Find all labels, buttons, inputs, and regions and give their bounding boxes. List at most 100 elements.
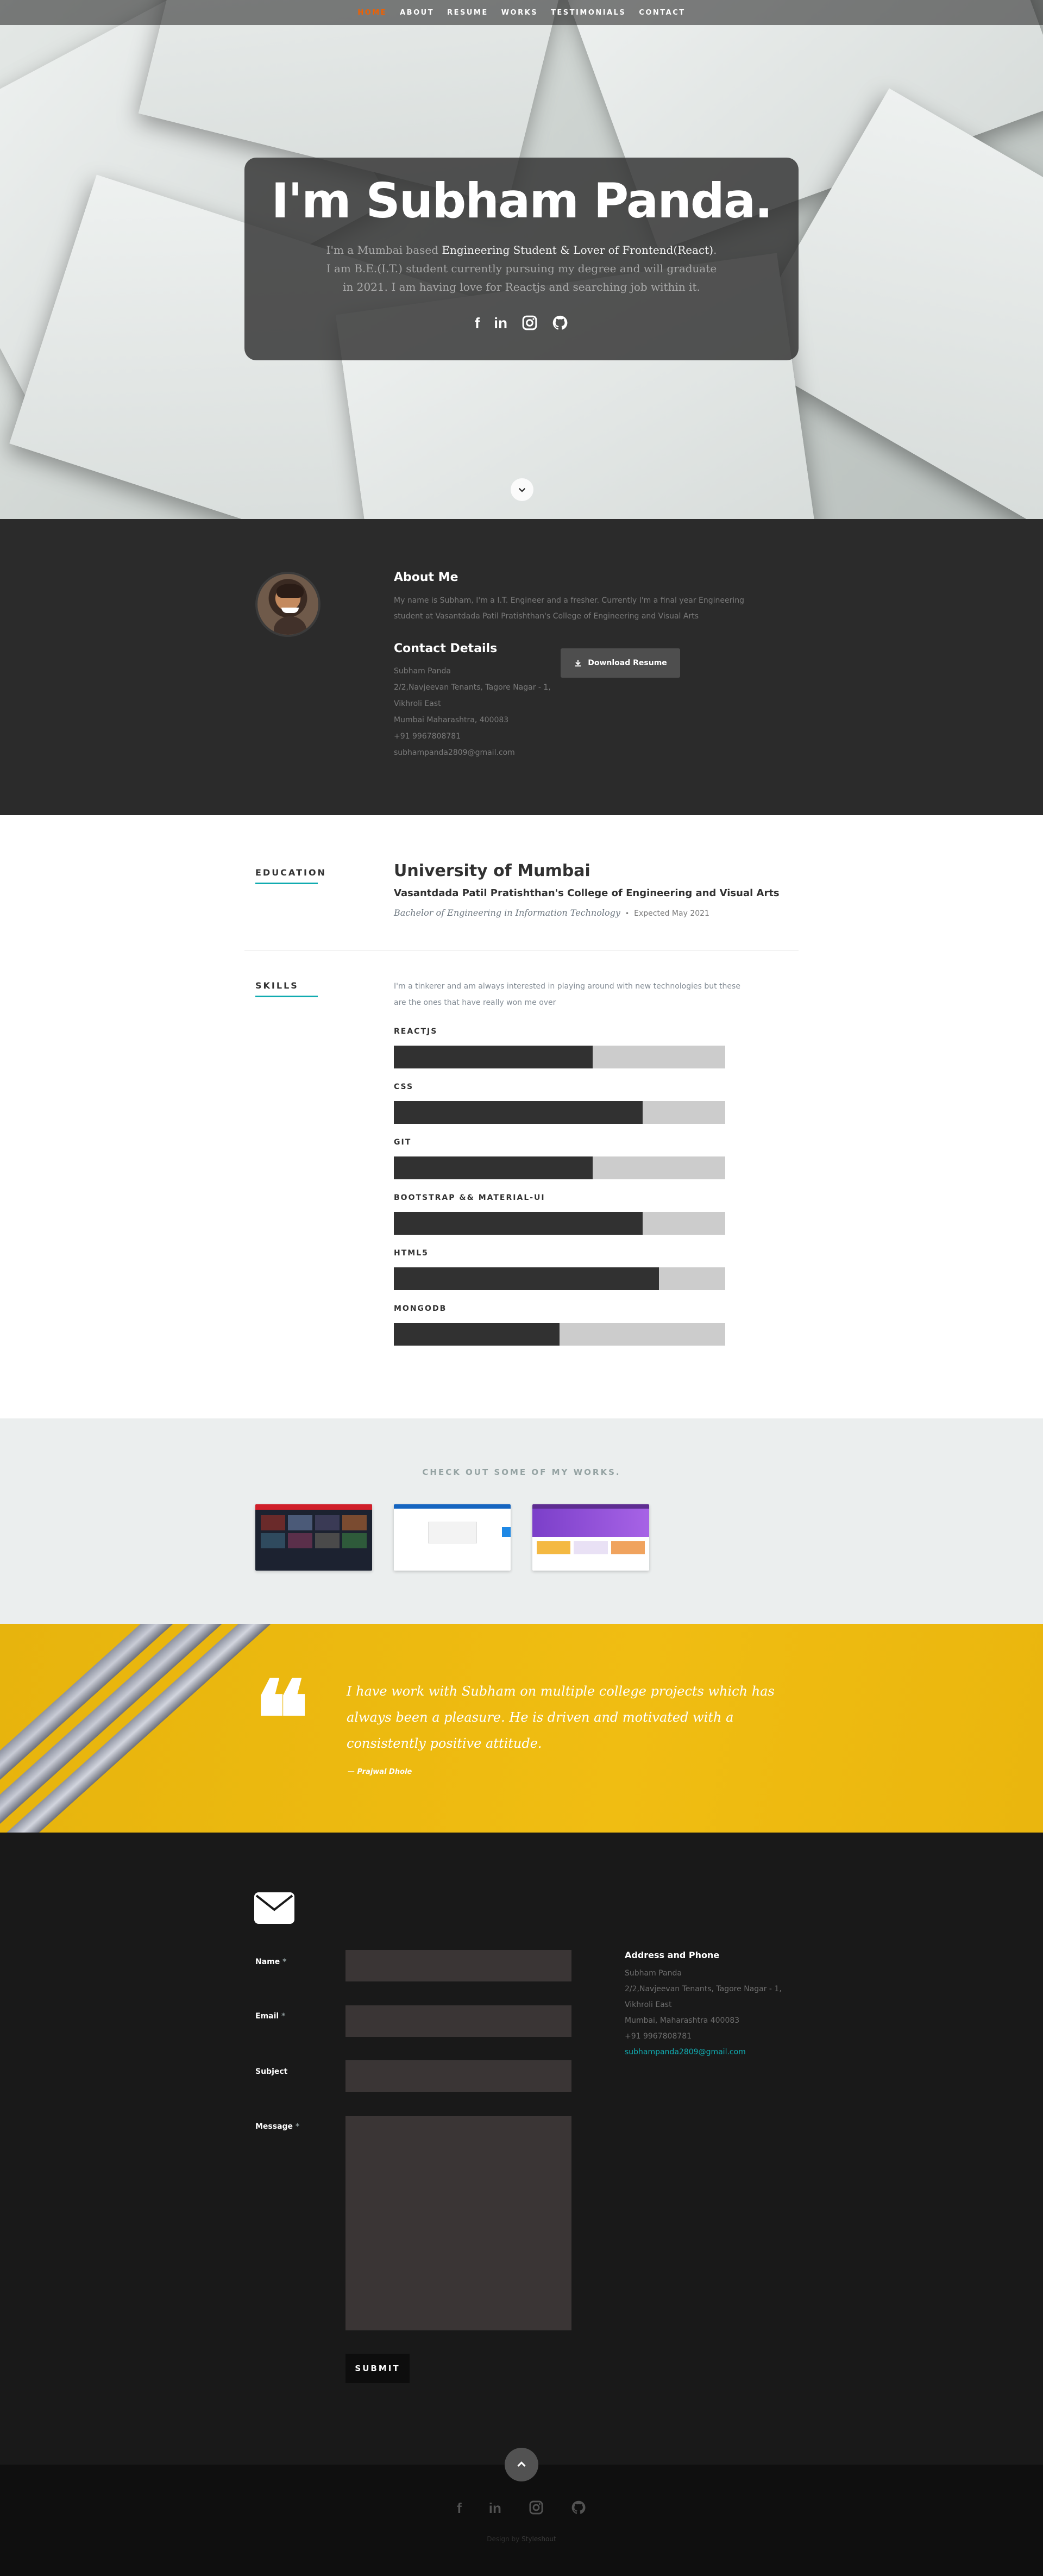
contact-line: Vikhroli East <box>394 699 441 708</box>
required-mark: * <box>282 1958 287 1966</box>
skill-name: GIT <box>394 1138 412 1147</box>
nav-home[interactable]: Home <box>351 9 393 17</box>
message-field[interactable] <box>345 2116 571 2330</box>
name-label-text: Name <box>255 1958 280 1966</box>
skill-name: MONGODB <box>394 1304 447 1313</box>
instagram-icon[interactable] <box>529 2500 544 2519</box>
name-label: Name * <box>255 1958 286 1966</box>
hero-banner: I'm Subham Panda. I'm a Mumbai based Eng… <box>244 158 799 360</box>
hero-section: I'm Subham Panda. I'm a Mumbai based Eng… <box>0 0 1043 519</box>
skill-name: CSS <box>394 1083 414 1091</box>
credit-prefix: Design by <box>487 2535 520 2543</box>
degree-bullet: • <box>625 910 630 917</box>
work-thumbnail-3[interactable] <box>532 1504 649 1571</box>
degree-name: Bachelor of Engineering in Information T… <box>394 908 620 918</box>
skill-bar <box>394 1046 725 1068</box>
footer-social-links: f in <box>0 2500 1043 2519</box>
go-top-button[interactable] <box>505 2448 538 2481</box>
hero-intro-text: I'm a Mumbai based <box>326 243 439 257</box>
nav-testimonials[interactable]: Testimonials <box>544 9 632 17</box>
hero-intro: I'm a Mumbai based Engineering Student &… <box>326 241 717 296</box>
nav-about[interactable]: About <box>393 9 441 17</box>
thumb-sidebar <box>502 1527 511 1537</box>
email-field[interactable] <box>345 2005 571 2037</box>
thumb-grid <box>255 1510 372 1554</box>
education-label: EDUCATION <box>255 867 326 884</box>
skill-bar <box>394 1101 725 1124</box>
skill-bar <box>394 1156 725 1179</box>
contact-details-heading: Contact Details <box>394 642 498 655</box>
download-resume-button[interactable]: Download Resume <box>561 648 680 678</box>
testimonial-author: — Prajwal Dhole <box>348 1768 412 1776</box>
skill-bar-fill <box>394 1156 593 1179</box>
work-thumbnail-2[interactable] <box>394 1504 511 1571</box>
contact-line: +91 9967808781 <box>394 732 461 741</box>
skill-name: REACTJS <box>394 1027 438 1036</box>
skill-bar <box>394 1323 725 1346</box>
address-email-link[interactable]: subhampanda2809@gmail.com <box>625 2048 746 2056</box>
facebook-icon[interactable]: f <box>475 315 480 335</box>
degree-info: Bachelor of Engineering in Information T… <box>394 908 709 918</box>
github-icon[interactable] <box>571 2500 586 2519</box>
skill-bar-fill <box>394 1101 643 1124</box>
contact-email[interactable]: subhampanda2809@gmail.com <box>394 745 515 761</box>
scroll-down-button[interactable] <box>511 478 533 501</box>
quote-icon: ❝ <box>254 1658 310 1779</box>
resume-section: EDUCATION University of Mumbai Vasantdad… <box>0 815 1043 1418</box>
skill-bar-fill <box>394 1323 560 1346</box>
section-divider <box>244 950 799 951</box>
skill-bar <box>394 1212 725 1235</box>
address-line: 2/2,Navjeevan Tenants, Tagore Nagar - 1, <box>625 1985 782 1993</box>
required-mark: * <box>295 2122 300 2131</box>
instagram-icon[interactable] <box>522 315 538 335</box>
skill-bar-fill <box>394 1046 593 1068</box>
thumb-header <box>394 1504 511 1509</box>
testimonials-section: ❝ I have work with Subham on multiple co… <box>0 1624 1043 1833</box>
works-heading: CHECK OUT SOME OF MY WORKS. <box>422 1467 621 1477</box>
submit-button[interactable]: SUBMIT <box>345 2354 410 2383</box>
nav-resume[interactable]: Resume <box>441 9 495 17</box>
address-line: Mumbai, Maharashtra 400083 <box>625 2016 740 2025</box>
thumb-header <box>532 1504 649 1509</box>
about-section: About Me My name is Subham, I'm a I.T. E… <box>0 519 1043 815</box>
testimonial-quote: I have work with Subham on multiple coll… <box>347 1684 775 1751</box>
subject-field[interactable] <box>345 2060 571 2092</box>
skill-bar-fill <box>394 1212 643 1235</box>
credit-link[interactable]: Styleshout <box>522 2535 556 2543</box>
address-line: +91 9967808781 <box>625 2032 692 2041</box>
footer: f in Design by Styleshout <box>0 2448 1043 2576</box>
top-nav: Home About Resume Works Testimonials Con… <box>0 0 1043 25</box>
nav-works[interactable]: Works <box>495 9 544 17</box>
download-icon <box>575 660 581 667</box>
github-icon[interactable] <box>552 315 568 335</box>
footer-credit: Design by Styleshout <box>0 2535 1043 2543</box>
chevron-up-icon <box>517 2461 526 2467</box>
profile-avatar <box>255 572 321 637</box>
required-mark: * <box>281 2012 286 2021</box>
contact-line: Subham Panda <box>394 667 451 676</box>
contact-section: Name * Email * Subject Message * SUBMIT … <box>0 1833 1043 2465</box>
skill-name: HTML5 <box>394 1249 429 1258</box>
download-resume-label: Download Resume <box>588 659 667 667</box>
degree-date: Expected May 2021 <box>634 909 709 918</box>
facebook-icon[interactable]: f <box>457 2500 462 2519</box>
work-thumbnail-1[interactable] <box>255 1504 372 1571</box>
linkedin-icon[interactable]: in <box>489 2500 501 2519</box>
skills-intro: I'm a tinkerer and am always interested … <box>394 982 740 1007</box>
works-section: CHECK OUT SOME OF MY WORKS. <box>0 1418 1043 1624</box>
contact-line: Mumbai Maharashtra, 400083 <box>394 716 509 724</box>
linkedin-icon[interactable]: in <box>494 315 507 335</box>
email-label-text: Email <box>255 2012 279 2021</box>
name-field[interactable] <box>345 1950 571 1981</box>
nav-contact[interactable]: Contact <box>632 9 692 17</box>
message-label: Message * <box>255 2122 299 2131</box>
email-label: Email * <box>255 2012 285 2021</box>
skill-bar-fill <box>394 1267 659 1290</box>
about-text: My name is Subham, I'm a I.T. Engineer a… <box>394 596 745 621</box>
message-label-text: Message <box>255 2122 293 2131</box>
thumb-hero <box>532 1509 649 1537</box>
address-heading: Address and Phone <box>625 1950 720 1960</box>
contact-line: 2/2,Navjeevan Tenants, Tagore Nagar - 1, <box>394 683 551 692</box>
subject-label-text: Subject <box>255 2067 288 2076</box>
chevron-down-icon <box>518 487 526 492</box>
